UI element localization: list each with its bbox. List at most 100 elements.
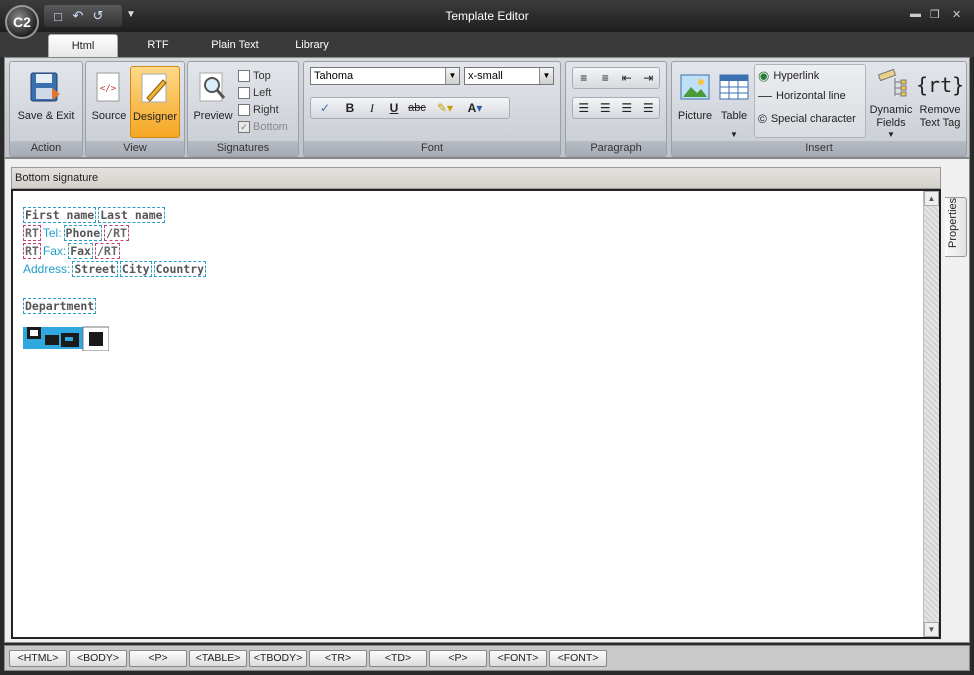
dynamic-fields-button[interactable]: Dynamic Fields ▼ — [868, 66, 914, 139]
source-button[interactable]: </> Source — [89, 66, 129, 138]
properties-tab[interactable]: Properties — [945, 197, 967, 257]
design-editor[interactable]: First name Last name RT Tel: Phone /RT R… — [11, 189, 941, 639]
numbered-list-icon[interactable]: ≡ — [595, 69, 617, 87]
svg-text:</>: </> — [100, 84, 117, 94]
underline-button[interactable]: U — [383, 99, 405, 117]
picture-button[interactable]: Picture — [674, 66, 716, 138]
designer-button[interactable]: Designer — [130, 66, 180, 138]
save-exit-button[interactable]: Save & Exit — [13, 66, 79, 138]
font-color-label: A — [467, 101, 477, 115]
font-size-select[interactable]: x-small ▼ — [464, 67, 554, 85]
indent-icon[interactable]: ⇥ — [638, 69, 660, 87]
window-title: Template Editor — [445, 9, 529, 23]
scroll-up-icon[interactable]: ▲ — [924, 191, 939, 206]
align-center-icon[interactable]: ☰ — [595, 99, 617, 117]
left-checkbox[interactable] — [238, 87, 250, 99]
remove-text-tag-line1: Remove — [919, 104, 961, 116]
tag-font[interactable]: <FONT> — [489, 650, 547, 667]
special-character-button[interactable]: © Special character — [758, 112, 856, 126]
horizontal-line-button[interactable]: Horizontal line — [758, 90, 846, 102]
bold-button[interactable]: B — [339, 99, 361, 117]
department-field[interactable]: Department — [23, 298, 97, 314]
bottom-checkbox[interactable]: ✓ — [238, 121, 250, 133]
tag-html[interactable]: <HTML> — [9, 650, 67, 667]
hyperlink-button[interactable]: ◉ Hyperlink — [758, 68, 819, 84]
horizontal-line-label: Horizontal line — [776, 90, 846, 102]
tab-library[interactable]: Library — [284, 34, 340, 57]
group-label-font: Font — [304, 141, 560, 156]
close-icon[interactable]: ✕ — [952, 8, 961, 21]
remove-text-tag-line2: Text Tag — [919, 117, 961, 129]
first-name-field[interactable]: First name — [23, 207, 97, 223]
chevron-down-icon[interactable]: ▼ — [539, 68, 553, 84]
list-toolbar: ≡ ≡ ⇤ ⇥ — [572, 67, 660, 89]
tag-p[interactable]: <P> — [129, 650, 187, 667]
magnifier-icon — [199, 72, 226, 102]
ribbon: Save & Exit Action </> Source Designer V… — [4, 57, 970, 158]
rt-close-tag[interactable]: /RT — [104, 225, 129, 241]
bottom-option[interactable]: ✓ Bottom — [238, 119, 288, 135]
tag-tr[interactable]: <TR> — [309, 650, 367, 667]
fax-field[interactable]: Fax — [68, 243, 93, 259]
bullet-list-icon[interactable]: ≡ — [573, 69, 595, 87]
phone-field[interactable]: Phone — [63, 225, 103, 241]
table-button[interactable]: Table ▼ — [716, 66, 752, 139]
rt-open-tag[interactable]: RT — [23, 243, 41, 259]
last-name-field[interactable]: Last name — [98, 207, 165, 223]
clear-format-icon[interactable]: ✓ — [311, 99, 339, 117]
rt-close-tag[interactable]: /RT — [94, 243, 120, 259]
tab-plain-text[interactable]: Plain Text — [200, 34, 270, 57]
logo-image[interactable] — [23, 325, 109, 351]
top-checkbox[interactable] — [238, 70, 250, 82]
top-option[interactable]: Top — [238, 68, 271, 84]
city-field[interactable]: City — [119, 261, 152, 277]
group-action: Save & Exit Action — [9, 61, 83, 157]
special-character-label: Special character — [770, 113, 856, 125]
scroll-down-icon[interactable]: ▼ — [924, 622, 939, 637]
country-field[interactable]: Country — [153, 261, 207, 277]
chevron-down-icon[interactable]: ▼ — [445, 68, 459, 84]
italic-button[interactable]: I — [361, 99, 383, 117]
tag-td[interactable]: <TD> — [369, 650, 427, 667]
font-family-select[interactable]: Tahoma ▼ — [310, 67, 460, 85]
chevron-down-icon[interactable]: ▼ — [716, 130, 752, 139]
remove-text-tag-button[interactable]: {rt} Remove Text Tag — [916, 66, 964, 138]
tag-tbody[interactable]: <TBODY> — [249, 650, 307, 667]
group-label-insert: Insert — [672, 141, 966, 156]
preview-label: Preview — [193, 110, 233, 122]
chevron-down-icon[interactable]: ▼ — [868, 130, 914, 139]
align-toolbar: ☰ ☰ ☰ ☰ — [572, 97, 660, 119]
right-option[interactable]: Right — [238, 102, 279, 118]
align-justify-icon[interactable]: ☰ — [638, 99, 660, 117]
tag-body[interactable]: <BODY> — [69, 650, 127, 667]
tel-label: Tel: — [42, 226, 62, 240]
tab-html[interactable]: Html — [48, 34, 118, 57]
align-left-icon[interactable]: ☰ — [573, 99, 595, 117]
vertical-scrollbar[interactable]: ▲ ▼ — [923, 191, 939, 637]
signature-line-fax: RT Fax: Fax /RT — [23, 243, 120, 259]
street-field[interactable]: Street — [72, 261, 118, 277]
top-label: Top — [253, 70, 271, 82]
strikethrough-button[interactable]: abc — [405, 99, 429, 117]
restore-icon[interactable]: ❐ — [930, 8, 940, 21]
tag-font[interactable]: <FONT> — [549, 650, 607, 667]
minimize-icon[interactable]: ▬ — [910, 8, 921, 20]
insert-options-panel: ◉ Hyperlink Horizontal line © Special char… — [754, 64, 866, 138]
highlight-icon[interactable]: ✎▾ — [429, 99, 461, 117]
right-label: Right — [253, 104, 279, 116]
preview-button[interactable]: Preview — [191, 66, 235, 138]
left-label: Left — [253, 87, 272, 99]
tag-table[interactable]: <TABLE> — [189, 650, 247, 667]
rt-open-tag[interactable]: RT — [23, 225, 41, 241]
outdent-icon[interactable]: ⇤ — [616, 69, 638, 87]
app-orb-button[interactable]: C2 — [5, 5, 39, 39]
left-option[interactable]: Left — [238, 85, 271, 101]
font-color-button[interactable]: A ▾ — [461, 99, 489, 117]
group-insert: Picture Table ▼ ◉ Hyperlink Horizontal li… — [671, 61, 967, 157]
tab-rtf[interactable]: RTF — [132, 34, 184, 57]
right-checkbox[interactable] — [238, 104, 250, 116]
tag-p[interactable]: <P> — [429, 650, 487, 667]
align-right-icon[interactable]: ☰ — [616, 99, 638, 117]
font-family-value: Tahoma — [314, 70, 354, 82]
signature-line-department: Department — [23, 298, 97, 314]
